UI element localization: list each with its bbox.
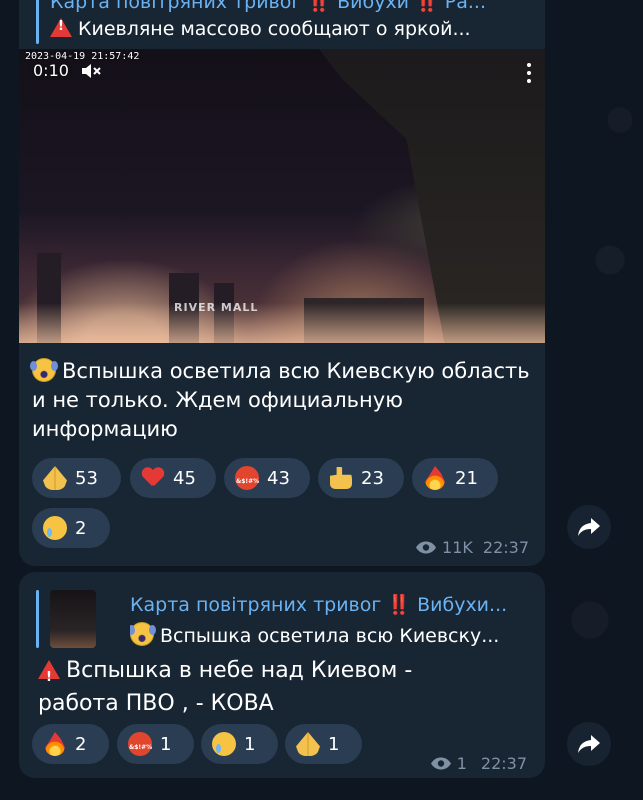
views-eye-icon	[416, 541, 437, 554]
fire-icon	[45, 732, 65, 756]
reply-bar	[36, 590, 39, 648]
crying-face-icon	[212, 732, 236, 756]
message-time: 22:37	[480, 754, 527, 773]
reply-channel-title: Карта повітряних тривог ‼️ Вибухи...	[130, 594, 508, 616]
reaction-count: 23	[361, 467, 384, 489]
video-scene-glow	[19, 303, 545, 343]
reactions-row: 2 1 1 1	[32, 724, 372, 764]
reply-bar	[36, 0, 39, 44]
message-text-line: Вспышка в небе над Киевом -	[38, 654, 533, 694]
reaction-fire[interactable]: 2	[32, 724, 109, 764]
reaction-count: 1	[244, 733, 256, 755]
face-screaming-icon	[30, 358, 58, 382]
video-player[interactable]: 2023-04-19 21:57:42 0:10 RIVER MALL	[19, 49, 545, 343]
folded-hands-icon	[43, 466, 67, 490]
message-meta: 11K 22:37	[415, 538, 529, 557]
more-options-icon[interactable]	[527, 63, 531, 87]
reaction-cursing-face[interactable]: 1	[117, 724, 194, 764]
reaction-thumbs-up[interactable]: 23	[318, 458, 404, 498]
reaction-count: 1	[160, 733, 172, 755]
message-time: 22:37	[482, 538, 529, 557]
reaction-fire[interactable]: 21	[412, 458, 498, 498]
forward-arrow-icon	[578, 735, 600, 753]
reaction-count: 45	[173, 467, 196, 489]
message-text: Вспышка в небе над Киевом - работа ПВО ,…	[38, 654, 533, 720]
reply-snippet: Киевляне массово сообщают о яркой...	[78, 18, 471, 40]
reaction-folded-hands[interactable]: 53	[32, 458, 121, 498]
view-count: 11K	[442, 538, 473, 557]
warning-icon	[38, 660, 60, 694]
reaction-count: 1	[328, 733, 340, 755]
reaction-count: 21	[455, 467, 478, 489]
forward-arrow-icon	[578, 518, 600, 536]
forward-button[interactable]	[567, 722, 611, 766]
video-watermark: RIVER MALL	[174, 301, 259, 314]
reply-channel-title: Карта повітряних тривог ‼️ Вибухи ‼️ Ра.…	[50, 0, 486, 13]
message-text-content: Вспышка в небе над Киевом -	[66, 658, 413, 683]
cursing-face-icon	[128, 732, 152, 756]
reaction-cursing-face[interactable]: 43	[224, 458, 310, 498]
warning-icon	[50, 18, 72, 37]
forward-button[interactable]	[567, 505, 611, 549]
reaction-count: 43	[267, 467, 290, 489]
reply-text-line: Вспышка осветила всю Киевску...	[130, 622, 531, 647]
view-count: 1	[456, 754, 467, 773]
message-text-content: Вспышка осветила всю Киевскую область и …	[32, 359, 530, 441]
reaction-crying-face[interactable]: 2	[32, 508, 110, 548]
fire-icon	[425, 466, 445, 490]
message-text-content: работа ПВО , - КОВА	[38, 691, 274, 716]
reply-snippet: Вспышка осветила всю Киевску...	[160, 625, 500, 647]
reaction-count: 2	[75, 733, 87, 755]
muted-icon[interactable]	[81, 63, 101, 79]
reaction-count: 2	[75, 517, 87, 539]
reaction-crying-face[interactable]: 1	[201, 724, 278, 764]
reply-preview[interactable]: Карта повітряних тривог ‼️ Вибухи ‼️ Ра.…	[36, 0, 531, 44]
message-meta: 1 22:37	[430, 754, 527, 773]
cursing-face-icon	[235, 466, 259, 490]
reaction-count: 53	[75, 467, 98, 489]
reply-thumbnail	[50, 590, 96, 648]
crying-face-icon	[43, 516, 67, 540]
video-duration: 0:10	[33, 61, 69, 80]
face-screaming-icon	[130, 622, 156, 646]
red-heart-icon	[142, 468, 164, 488]
views-eye-icon	[430, 757, 451, 770]
reaction-red-heart[interactable]: 45	[130, 458, 216, 498]
reply-text-line: Киевляне массово сообщают о яркой...	[50, 18, 531, 40]
folded-hands-icon	[296, 732, 320, 756]
reaction-folded-hands[interactable]: 1	[285, 724, 362, 764]
reply-preview[interactable]: Карта повітряних тривог ‼️ Вибухи... Всп…	[36, 590, 531, 648]
thumbs-up-icon	[330, 467, 352, 489]
message-text: Вспышка осветила всю Киевскую область и …	[30, 357, 533, 444]
reactions-row: 53 45 43 23 21 2	[32, 458, 542, 548]
